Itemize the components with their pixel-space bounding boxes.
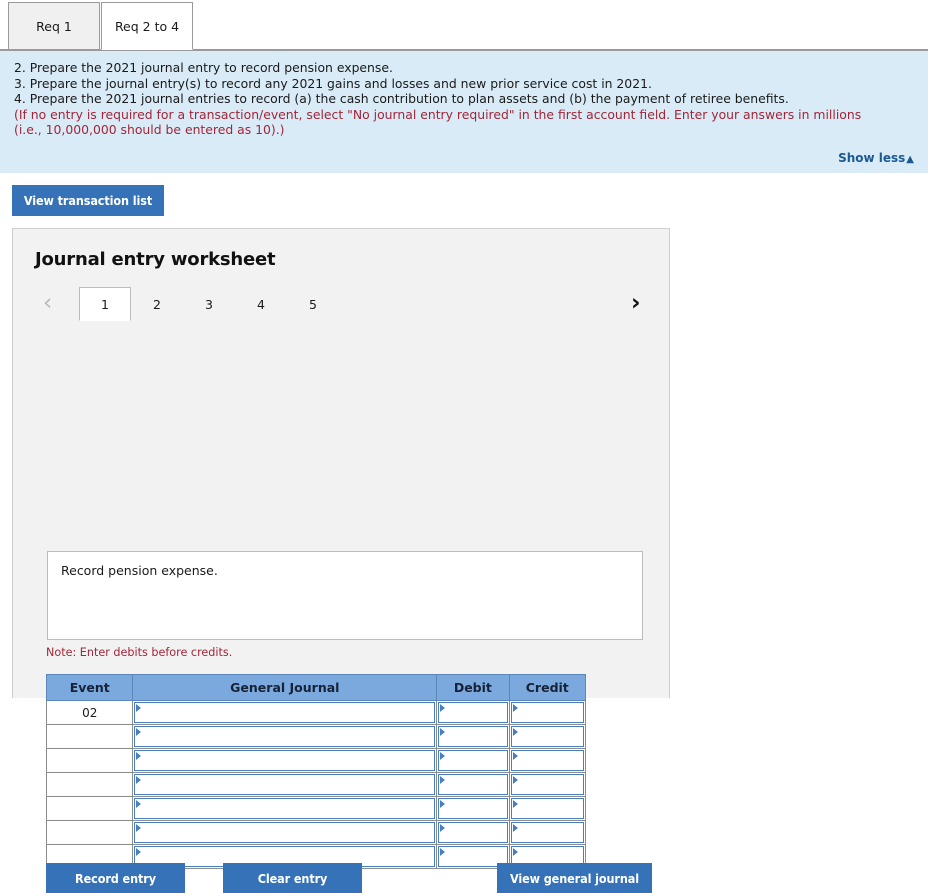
next-entry-chevron-icon[interactable]: › (631, 292, 640, 315)
entry-tab-5[interactable]: 5 (287, 287, 339, 321)
table-row (45, 796, 587, 821)
requirement-tab-strip: Req 1 Req 2 to 4 (0, 0, 928, 50)
table-row (45, 772, 587, 797)
debit-input-cell (436, 772, 510, 797)
general-journal-input-cell (132, 796, 438, 821)
table-row (45, 748, 587, 773)
event-cell (45, 796, 134, 821)
tab-req-2-to-4-label: Req 2 to 4 (114, 18, 180, 34)
entry-tab-4-label: 4 (257, 296, 265, 312)
credit-input[interactable] (510, 774, 584, 795)
general-journal-input[interactable] (134, 750, 436, 771)
general-journal-input[interactable] (134, 798, 436, 819)
general-journal-input-cell (132, 700, 438, 725)
event-cell (45, 772, 134, 797)
event-cell (45, 820, 134, 845)
credit-input-cell (508, 820, 587, 845)
show-less-link[interactable]: Show less▲ (838, 151, 914, 165)
journal-table-header-row: Event General Journal Debit Credit (45, 674, 587, 701)
debit-input[interactable] (438, 726, 508, 747)
entry-tab-5-label: 5 (309, 296, 317, 312)
credit-input-cell (508, 724, 587, 749)
prev-entry-chevron-icon[interactable]: ‹ (43, 292, 52, 315)
event-cell: 02 (45, 700, 134, 725)
debit-input[interactable] (438, 702, 508, 723)
debit-input[interactable] (438, 822, 508, 843)
credit-input[interactable] (510, 798, 584, 819)
column-header-event: Event (45, 674, 134, 701)
worksheet-action-bar: Record entry Clear entry View general jo… (46, 863, 652, 893)
show-less-label: Show less (838, 151, 906, 165)
column-header-general-journal: General Journal (132, 674, 438, 701)
event-cell (45, 748, 134, 773)
general-journal-input[interactable] (134, 702, 436, 723)
debit-input[interactable] (438, 750, 508, 771)
general-journal-input-cell (132, 748, 438, 773)
debit-input[interactable] (438, 774, 508, 795)
view-transaction-list-button[interactable]: View transaction list (12, 185, 164, 216)
entry-description-text: Record pension expense. (61, 563, 218, 578)
table-row: 02 (45, 700, 587, 725)
instruction-line-2: 2. Prepare the 2021 journal entry to rec… (14, 60, 393, 75)
credit-input[interactable] (510, 750, 584, 771)
entry-tab-3[interactable]: 3 (183, 287, 235, 321)
column-header-credit: Credit (508, 674, 587, 701)
general-journal-input[interactable] (134, 774, 436, 795)
debit-input-cell (436, 796, 510, 821)
table-row (45, 820, 587, 845)
credit-input-cell (508, 700, 587, 725)
credit-input[interactable] (510, 822, 584, 843)
credit-input-cell (508, 748, 587, 773)
caret-up-icon: ▲ (906, 154, 914, 165)
tab-req-2-to-4[interactable]: Req 2 to 4 (101, 2, 193, 50)
debits-before-credits-note: Note: Enter debits before credits. (46, 646, 233, 659)
credit-input[interactable] (510, 702, 584, 723)
credit-input-cell (508, 772, 587, 797)
clear-entry-button[interactable]: Clear entry (223, 863, 362, 893)
column-header-debit: Debit (436, 674, 510, 701)
general-journal-input-cell (132, 772, 438, 797)
general-journal-input-cell (132, 724, 438, 749)
worksheet-title: Journal entry worksheet (35, 249, 276, 270)
general-journal-input[interactable] (134, 822, 436, 843)
journal-entry-table: Event General Journal Debit Credit 02 (45, 674, 587, 869)
instruction-note-line-2: (i.e., 10,000,000 should be entered as 1… (14, 122, 285, 138)
debit-input-cell (436, 820, 510, 845)
entry-tab-4[interactable]: 4 (235, 287, 287, 321)
record-entry-button[interactable]: Record entry (46, 863, 185, 893)
debit-input-cell (436, 700, 510, 725)
entry-tab-2[interactable]: 2 (131, 287, 183, 321)
entry-tab-1[interactable]: 1 (79, 287, 131, 321)
instruction-line-4: 4. Prepare the 2021 journal entries to r… (14, 91, 789, 107)
general-journal-input-cell (132, 820, 438, 845)
entry-tab-3-label: 3 (205, 296, 213, 312)
debit-input-cell (436, 724, 510, 749)
instruction-panel: 2. Prepare the 2021 journal entry to rec… (0, 50, 928, 173)
journal-entry-worksheet-panel: Journal entry worksheet ‹ 1 2 3 4 5 › Re… (12, 228, 670, 893)
tab-req-1-label: Req 1 (36, 18, 72, 34)
entry-tab-1-label: 1 (101, 296, 109, 312)
journal-table-body: 02 (45, 700, 587, 869)
general-journal-input[interactable] (134, 726, 436, 747)
instruction-line-3: 3. Prepare the journal entry(s) to recor… (14, 75, 652, 91)
tab-req-1[interactable]: Req 1 (8, 2, 100, 50)
instruction-note-line-1: (If no entry is required for a transacti… (14, 106, 862, 122)
entry-tab-2-label: 2 (153, 296, 161, 312)
event-cell (45, 724, 134, 749)
table-row (45, 724, 587, 749)
credit-input[interactable] (510, 726, 584, 747)
entry-tab-navigation: ‹ 1 2 3 4 5 › (13, 287, 669, 321)
debit-input-cell (436, 748, 510, 773)
view-general-journal-button[interactable]: View general journal (497, 863, 652, 893)
credit-input-cell (508, 796, 587, 821)
entry-description-box: Record pension expense. (47, 551, 643, 640)
debit-input[interactable] (438, 798, 508, 819)
